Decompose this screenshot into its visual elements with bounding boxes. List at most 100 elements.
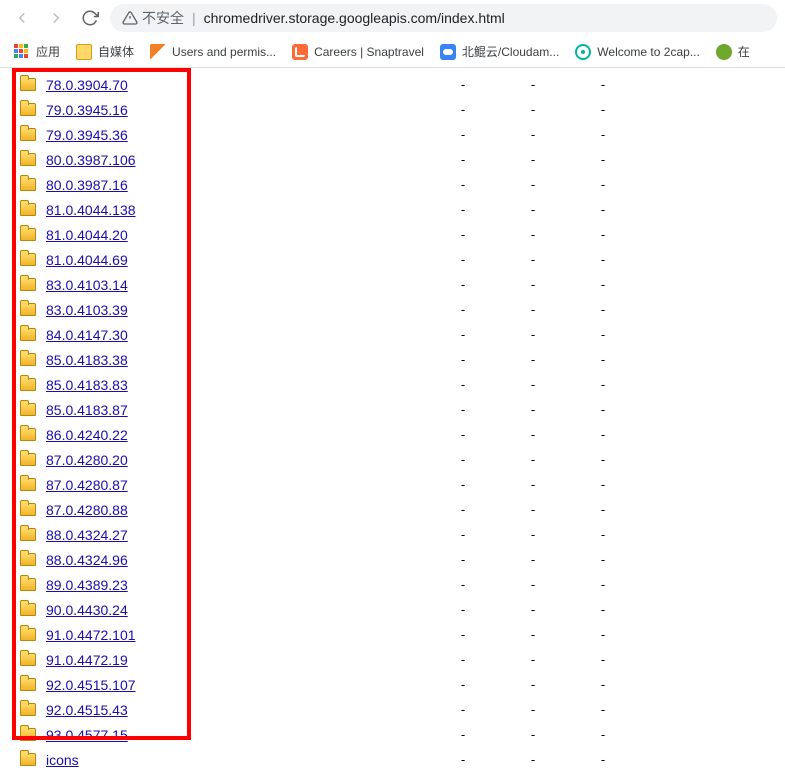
table-row: 87.0.4280.88--- xyxy=(8,497,785,522)
folder-link[interactable]: 87.0.4280.20 xyxy=(46,452,128,468)
dash-cell: - xyxy=(428,702,498,717)
name-cell: 78.0.3904.70 xyxy=(8,77,428,93)
folder-link[interactable]: 85.0.4183.87 xyxy=(46,402,128,418)
folder-link[interactable]: 81.0.4044.20 xyxy=(46,227,128,243)
dash-cell: - xyxy=(428,752,498,767)
bookmark-item[interactable]: 自媒体 xyxy=(70,39,140,64)
dash-cell: - xyxy=(498,77,568,92)
dash-cell: - xyxy=(498,452,568,467)
dash-cell: - xyxy=(498,502,568,517)
table-row: 84.0.4147.30--- xyxy=(8,322,785,347)
dash-cell: - xyxy=(498,552,568,567)
folder-link[interactable]: 81.0.4044.138 xyxy=(46,202,136,218)
dash-cell: - xyxy=(568,502,638,517)
dash-cell: - xyxy=(498,577,568,592)
folder-link[interactable]: 87.0.4280.87 xyxy=(46,477,128,493)
bookmark-item[interactable]: 北鲲云/Cloudam... xyxy=(434,39,565,64)
folder-link[interactable]: 87.0.4280.88 xyxy=(46,502,128,518)
directory-listing: 78.0.3904.70---79.0.3945.16---79.0.3945.… xyxy=(0,68,785,776)
dash-cell: - xyxy=(428,652,498,667)
dash-cell: - xyxy=(428,177,498,192)
dash-cell: - xyxy=(498,652,568,667)
table-row: 87.0.4280.20--- xyxy=(8,447,785,472)
table-row: 81.0.4044.20--- xyxy=(8,222,785,247)
dash-cell: - xyxy=(498,352,568,367)
table-row: 83.0.4103.14--- xyxy=(8,272,785,297)
dash-cell: - xyxy=(428,552,498,567)
dash-cell: - xyxy=(498,402,568,417)
folder-icon xyxy=(20,278,36,291)
dash-cell: - xyxy=(498,152,568,167)
dash-cell: - xyxy=(568,127,638,142)
folder-link[interactable]: 83.0.4103.39 xyxy=(46,302,128,318)
name-cell: icons xyxy=(8,752,428,768)
name-cell: 79.0.3945.36 xyxy=(8,127,428,143)
name-cell: 92.0.4515.107 xyxy=(8,677,428,693)
folder-icon xyxy=(20,428,36,441)
dash-cell: - xyxy=(428,502,498,517)
folder-link[interactable]: 93.0.4577.15 xyxy=(46,727,128,743)
address-bar[interactable]: 不安全 | chromedriver.storage.googleapis.co… xyxy=(110,4,777,32)
dash-cell: - xyxy=(568,427,638,442)
name-cell: 87.0.4280.87 xyxy=(8,477,428,493)
dash-cell: - xyxy=(498,627,568,642)
dash-cell: - xyxy=(498,177,568,192)
folder-link[interactable]: 85.0.4183.83 xyxy=(46,377,128,393)
bookmark-item[interactable]: 在 xyxy=(710,39,756,64)
frog-icon xyxy=(716,44,732,60)
folder-link[interactable]: icons xyxy=(46,752,79,768)
folder-link[interactable]: 79.0.3945.16 xyxy=(46,102,128,118)
table-row: 80.0.3987.16--- xyxy=(8,172,785,197)
folder-link[interactable]: 81.0.4044.69 xyxy=(46,252,128,268)
folder-link[interactable]: 84.0.4147.30 xyxy=(46,327,128,343)
dash-cell: - xyxy=(568,402,638,417)
dash-cell: - xyxy=(428,452,498,467)
folder-link[interactable]: 88.0.4324.96 xyxy=(46,552,128,568)
folder-icon xyxy=(20,328,36,341)
bookmark-item[interactable]: Users and permis... xyxy=(144,40,282,64)
folder-link[interactable]: 92.0.4515.43 xyxy=(46,702,128,718)
dash-cell: - xyxy=(568,527,638,542)
table-row: 85.0.4183.87--- xyxy=(8,397,785,422)
back-button[interactable] xyxy=(8,4,36,32)
folder-icon xyxy=(20,228,36,241)
security-label: 不安全 xyxy=(142,8,184,28)
dash-cell: - xyxy=(428,302,498,317)
dash-cell: - xyxy=(498,102,568,117)
folder-link[interactable]: 85.0.4183.38 xyxy=(46,352,128,368)
bookmark-item[interactable]: Careers | Snaptravel xyxy=(286,40,430,64)
folder-link[interactable]: 90.0.4430.24 xyxy=(46,602,128,618)
dash-cell: - xyxy=(498,127,568,142)
reload-button[interactable] xyxy=(76,4,104,32)
folder-link[interactable]: 80.0.3987.106 xyxy=(46,152,136,168)
dash-cell: - xyxy=(428,427,498,442)
folder-link[interactable]: 80.0.3987.16 xyxy=(46,177,128,193)
dash-cell: - xyxy=(568,552,638,567)
folder-link[interactable]: 88.0.4324.27 xyxy=(46,527,128,543)
folder-link[interactable]: 83.0.4103.14 xyxy=(46,277,128,293)
folder-icon xyxy=(20,453,36,466)
folder-link[interactable]: 92.0.4515.107 xyxy=(46,677,136,693)
folder-link[interactable]: 78.0.3904.70 xyxy=(46,77,128,93)
folder-link[interactable]: 86.0.4240.22 xyxy=(46,427,128,443)
security-warning: 不安全 xyxy=(122,8,184,28)
folder-icon xyxy=(20,653,36,666)
dash-cell: - xyxy=(428,127,498,142)
table-row: 83.0.4103.39--- xyxy=(8,297,785,322)
addr-separator: | xyxy=(192,10,196,26)
folder-link[interactable]: 89.0.4389.23 xyxy=(46,577,128,593)
dash-cell: - xyxy=(568,77,638,92)
folder-link[interactable]: 79.0.3945.36 xyxy=(46,127,128,143)
dash-cell: - xyxy=(428,252,498,267)
apps-button[interactable]: 应用 xyxy=(8,39,66,64)
folder-icon xyxy=(20,753,36,766)
dash-cell: - xyxy=(498,227,568,242)
folder-link[interactable]: 91.0.4472.101 xyxy=(46,627,136,643)
folder-icon xyxy=(20,378,36,391)
dash-cell: - xyxy=(568,152,638,167)
dash-cell: - xyxy=(568,652,638,667)
forward-button[interactable] xyxy=(42,4,70,32)
bookmark-item[interactable]: Welcome to 2cap... xyxy=(569,40,706,64)
folder-link[interactable]: 91.0.4472.19 xyxy=(46,652,128,668)
name-cell: 83.0.4103.39 xyxy=(8,302,428,318)
